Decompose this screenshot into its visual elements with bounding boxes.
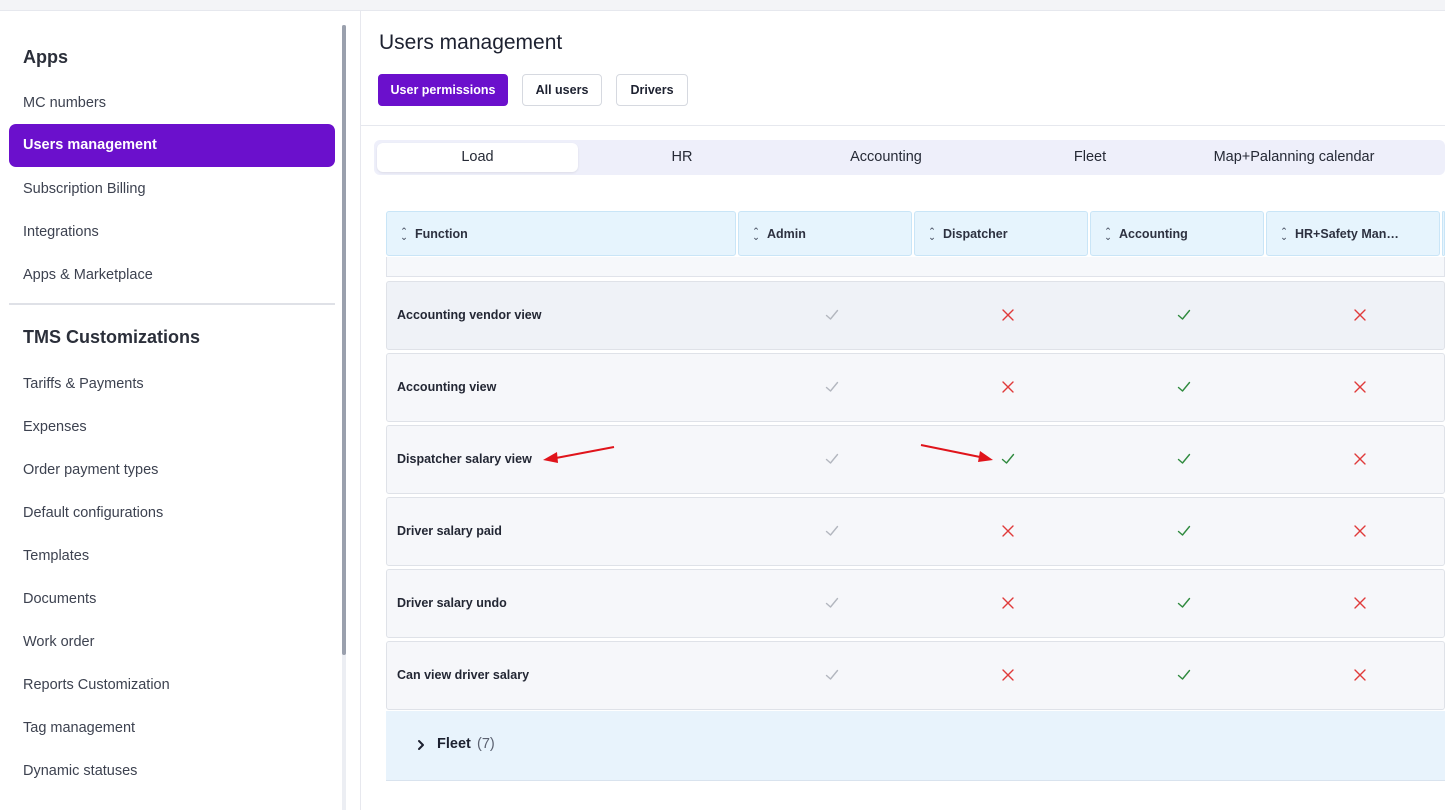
- check-icon: [825, 453, 839, 464]
- check-icon: [1177, 597, 1191, 608]
- check-icon: [825, 597, 839, 608]
- table-row: Accounting view: [386, 353, 1445, 422]
- check-icon: [1001, 453, 1015, 464]
- table-row: Driver salary undo: [386, 569, 1445, 638]
- column-header-label: Function: [415, 226, 468, 241]
- apps-section-title: Apps: [23, 47, 68, 67]
- user-permissions-button[interactable]: User permissions: [378, 74, 508, 106]
- sidebar-item-tag-management[interactable]: Tag management: [23, 718, 135, 738]
- top-bar: [0, 0, 1445, 11]
- cross-icon: [1002, 525, 1014, 537]
- cross-icon: [1354, 597, 1366, 609]
- tab-load[interactable]: Load: [377, 143, 578, 172]
- table-scroll-strip: [386, 257, 1445, 277]
- sort-updown-icon: ⌃ ⌄: [1280, 225, 1288, 242]
- cross-icon: [1002, 669, 1014, 681]
- group-count: (7): [477, 736, 495, 752]
- sidebar-item-documents[interactable]: Documents: [23, 589, 96, 609]
- permission-tabs: Load HR Accounting Fleet Map+Palanning c…: [374, 140, 1445, 175]
- sort-updown-icon: ⌃ ⌄: [752, 225, 760, 242]
- sidebar-item-apps-marketplace[interactable]: Apps & Marketplace: [23, 265, 153, 285]
- sidebar-item-mc-numbers[interactable]: MC numbers: [23, 93, 106, 113]
- sidebar-item-users-management[interactable]: Users management: [9, 124, 335, 167]
- table-row: Driver salary paid: [386, 497, 1445, 566]
- check-icon: [1177, 453, 1191, 464]
- check-icon: [825, 525, 839, 536]
- tab-hr[interactable]: HR: [582, 143, 782, 172]
- check-icon: [825, 669, 839, 680]
- check-icon: [825, 309, 839, 320]
- tab-map-planning-calendar[interactable]: Map+Palanning calendar: [1194, 143, 1394, 172]
- sidebar-item-expenses[interactable]: Expenses: [23, 417, 87, 437]
- drivers-button[interactable]: Drivers: [616, 74, 688, 106]
- column-header-label: Dispatcher: [943, 226, 1008, 241]
- cross-icon: [1354, 453, 1366, 465]
- tms-section-title: TMS Customizations: [23, 327, 201, 347]
- row-function-label: Can view driver salary: [397, 668, 530, 682]
- chevron-right-icon[interactable]: [414, 738, 428, 752]
- column-header-hr-safety-manager[interactable]: ⌃ ⌄ HR+Safety Man…: [1266, 211, 1440, 256]
- column-header-label: Accounting: [1119, 226, 1188, 241]
- check-icon: [1177, 381, 1191, 392]
- sidebar-item-work-order[interactable]: Work order: [23, 632, 94, 652]
- sidebar-item-dynamic-statuses[interactable]: Dynamic statuses: [23, 761, 137, 781]
- sidebar-item-reports-customization[interactable]: Reports Customization: [23, 675, 170, 695]
- cross-icon: [1354, 309, 1366, 321]
- sort-updown-icon: ⌃ ⌄: [1104, 225, 1112, 242]
- cross-icon: [1002, 309, 1014, 321]
- check-icon: [1177, 669, 1191, 680]
- cross-icon: [1002, 381, 1014, 393]
- check-icon: [825, 381, 839, 392]
- check-icon: [1177, 309, 1191, 320]
- sidebar-item-subscription-billing[interactable]: Subscription Billing: [23, 179, 146, 199]
- cross-icon: [1002, 597, 1014, 609]
- sidebar-item-tariffs-payments[interactable]: Tariffs & Payments: [23, 374, 144, 394]
- sidebar-item-default-configurations[interactable]: Default configurations: [23, 503, 163, 523]
- column-header-accounting[interactable]: ⌃ ⌄ Accounting: [1090, 211, 1264, 256]
- cross-icon: [1354, 381, 1366, 393]
- sidebar-item-integrations[interactable]: Integrations: [23, 222, 99, 242]
- sort-updown-icon: ⌃ ⌄: [928, 225, 936, 242]
- sidebar-divider: [9, 303, 335, 305]
- column-header-dispatcher[interactable]: ⌃ ⌄ Dispatcher: [914, 211, 1088, 256]
- row-function-label: Driver salary paid: [397, 524, 502, 538]
- sidebar-item-order-payment-types[interactable]: Order payment types: [23, 460, 158, 480]
- row-function-label: Driver salary undo: [397, 596, 507, 610]
- group-row-fleet[interactable]: Fleet (7): [386, 711, 1445, 781]
- row-function-label: Accounting view: [397, 380, 497, 394]
- group-name: Fleet: [437, 736, 471, 752]
- all-users-button[interactable]: All users: [522, 74, 602, 106]
- sidebar-scrollbar-thumb[interactable]: [342, 25, 346, 655]
- row-function-label: Dispatcher salary view: [397, 452, 532, 466]
- check-icon: [1177, 525, 1191, 536]
- sort-updown-icon: ⌃ ⌄: [400, 225, 408, 242]
- sidebar-item-templates[interactable]: Templates: [23, 546, 89, 566]
- row-function-label: Accounting vendor view: [397, 308, 542, 322]
- table-row: Dispatcher salary view: [386, 425, 1445, 494]
- page-title: Users management: [379, 31, 563, 54]
- table-row: Accounting vendor view: [386, 281, 1445, 350]
- column-header-label: HR+Safety Man…: [1295, 226, 1399, 241]
- cross-icon: [1354, 669, 1366, 681]
- column-header-admin[interactable]: ⌃ ⌄ Admin: [738, 211, 912, 256]
- header-divider: [361, 125, 1445, 126]
- tab-fleet[interactable]: Fleet: [990, 143, 1190, 172]
- column-header-label: Admin: [767, 226, 806, 241]
- sidebar: Apps MC numbers Users management Subscri…: [0, 11, 361, 810]
- column-header-function[interactable]: ⌃ ⌄ Function: [386, 211, 736, 256]
- cross-icon: [1354, 525, 1366, 537]
- tab-accounting[interactable]: Accounting: [786, 143, 986, 172]
- table-row: Can view driver salary: [386, 641, 1445, 710]
